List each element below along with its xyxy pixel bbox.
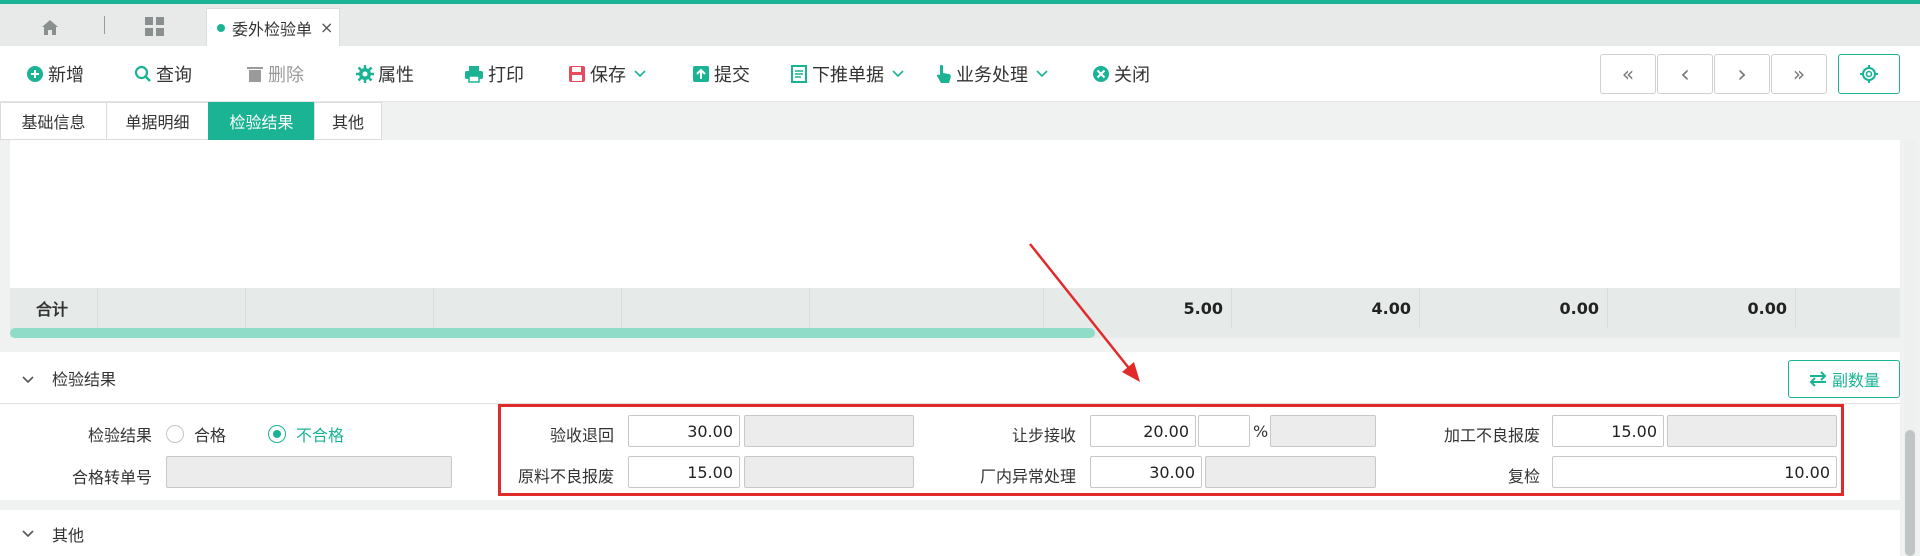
other-section[interactable]: 其他 (0, 510, 1900, 556)
vertical-scrollbar[interactable] (1904, 140, 1916, 556)
collapse-chevron-icon[interactable] (22, 530, 34, 538)
other-section-title: 其他 (52, 526, 85, 545)
scrollbar-thumb[interactable] (1905, 430, 1915, 556)
annotation-arrow-icon (1029, 243, 1140, 382)
